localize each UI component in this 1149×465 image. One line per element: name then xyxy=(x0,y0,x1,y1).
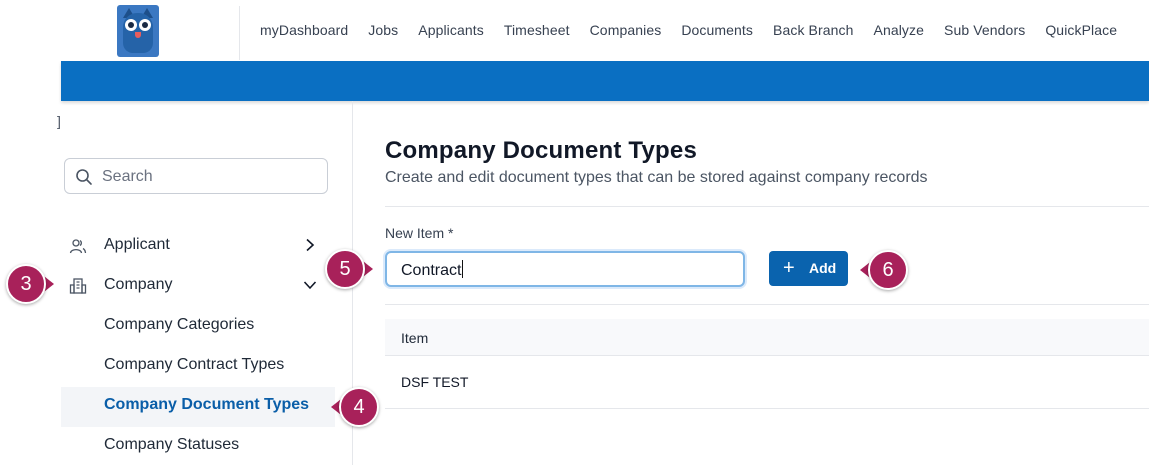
new-item-value: Contract xyxy=(401,260,464,279)
owl-logo-icon[interactable] xyxy=(117,5,159,57)
nav-link-documents[interactable]: Documents xyxy=(681,22,753,38)
nav-link-jobs[interactable]: Jobs xyxy=(368,22,398,38)
header-bar xyxy=(61,61,1149,101)
sidebar-item-applicant[interactable]: Applicant xyxy=(61,232,331,260)
sidebar-subitem-company-document-types[interactable]: Company Document Types xyxy=(104,396,309,414)
building-icon xyxy=(69,278,87,294)
plus-icon: + xyxy=(783,257,795,279)
callout-marker-4: 4 xyxy=(331,387,379,427)
main-content: Company Document Types Create and edit d… xyxy=(353,101,1149,465)
page-subtitle: Create and edit document types that can … xyxy=(385,169,928,186)
nav-link-back-branch[interactable]: Back Branch xyxy=(773,22,853,38)
nav-link-sub-vendors[interactable]: Sub Vendors xyxy=(944,22,1025,38)
top-navigation: myDashboard Jobs Applicants Timesheet Co… xyxy=(0,0,1149,61)
nav-link-mydashboard[interactable]: myDashboard xyxy=(260,22,348,38)
users-icon xyxy=(69,239,87,254)
table-cell-item: DSF TEST xyxy=(401,374,469,390)
sidebar-subitem-company-contract-types[interactable]: Company Contract Types xyxy=(104,356,284,374)
callout-marker-6: 6 xyxy=(860,250,908,290)
nav-link-quickplace[interactable]: QuickPlace xyxy=(1045,22,1117,38)
add-button-label: Add xyxy=(809,260,837,276)
sidebar-item-label: Company xyxy=(104,276,173,293)
add-button[interactable]: + Add xyxy=(769,251,848,286)
settings-sidebar: Search Applicant Company Company Categor… xyxy=(61,101,353,465)
search-placeholder: Search xyxy=(102,168,153,185)
search-input[interactable]: Search xyxy=(64,158,328,194)
nav-divider xyxy=(239,6,240,60)
nav-link-analyze[interactable]: Analyze xyxy=(874,22,925,38)
new-item-label: New Item * xyxy=(385,225,454,241)
divider xyxy=(385,206,1149,207)
nav-link-timesheet[interactable]: Timesheet xyxy=(504,22,570,38)
sidebar-item-company[interactable]: Company xyxy=(61,272,331,300)
nav-link-applicants[interactable]: Applicants xyxy=(418,22,484,38)
sidebar-item-label: Applicant xyxy=(104,236,170,253)
new-item-input[interactable]: Contract xyxy=(385,251,745,287)
callout-marker-5: 5 xyxy=(325,249,373,289)
divider xyxy=(385,304,1149,305)
sidebar-subitem-company-statuses[interactable]: Company Statuses xyxy=(104,436,239,454)
chevron-down-icon xyxy=(303,281,317,290)
page-title: Company Document Types xyxy=(385,137,698,164)
nav-links: myDashboard Jobs Applicants Timesheet Co… xyxy=(260,22,1137,38)
callout-marker-3: 3 xyxy=(6,264,54,304)
nav-link-companies[interactable]: Companies xyxy=(590,22,662,38)
chevron-right-icon xyxy=(306,238,315,252)
search-icon xyxy=(76,169,92,185)
sidebar-subitem-company-categories[interactable]: Company Categories xyxy=(104,316,254,334)
column-header-item[interactable]: Item xyxy=(401,330,428,346)
table-header: Item xyxy=(385,319,1149,356)
table-row[interactable]: DSF TEST xyxy=(385,357,1149,409)
text-caret xyxy=(462,260,464,278)
